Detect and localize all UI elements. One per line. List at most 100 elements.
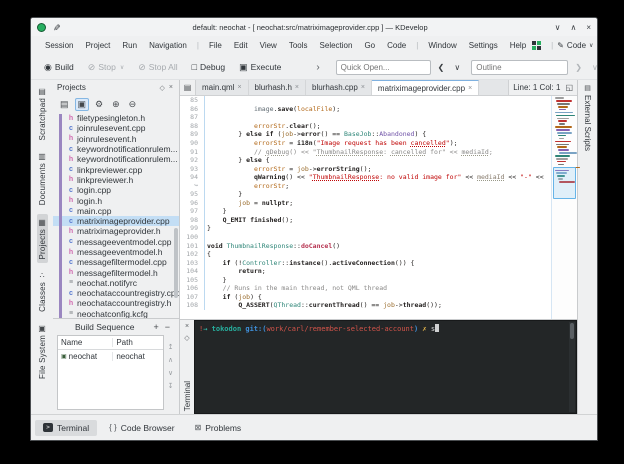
close-tab-icon[interactable]: × bbox=[295, 84, 299, 91]
tree-scrollbar[interactable] bbox=[174, 228, 178, 298]
close-tab-icon[interactable]: × bbox=[361, 84, 365, 91]
editor-tab-main-qml[interactable]: main.qml× bbox=[196, 80, 249, 95]
menu-settings[interactable]: Settings bbox=[463, 39, 504, 52]
build-button[interactable]: ◉Build bbox=[39, 60, 79, 75]
close-panel-icon[interactable]: × bbox=[167, 84, 175, 91]
detach-terminal-icon[interactable]: ◇ bbox=[184, 334, 189, 342]
editor-tab-blurhash-h[interactable]: blurhash.h× bbox=[249, 80, 306, 95]
menu-edit[interactable]: Edit bbox=[228, 39, 254, 52]
move-bottom-icon[interactable]: ↧ bbox=[168, 382, 174, 390]
code-view[interactable]: 8586 image.save(localFile);8788 errorStr… bbox=[180, 96, 551, 319]
area-code-button[interactable]: ✎ Code ∨ bbox=[557, 41, 593, 50]
tree-item-main-cpp[interactable]: cmain.cpp bbox=[53, 206, 179, 216]
close-tab-icon[interactable]: × bbox=[468, 85, 472, 92]
split-view-icon[interactable]: ◱ bbox=[565, 83, 573, 92]
sidebar-tab-classes[interactable]: ∴Classes bbox=[37, 267, 48, 316]
sidebar-tab-file-system[interactable]: ▣File System bbox=[37, 320, 48, 383]
zoom-out-icon[interactable]: ⊖ bbox=[126, 98, 140, 111]
move-top-icon[interactable]: ↥ bbox=[168, 343, 174, 351]
sidebar-tab-documents[interactable]: ▥Documents bbox=[37, 148, 48, 209]
sidebar-tab-projects[interactable]: ▦Projects bbox=[37, 214, 48, 264]
tree-item-matriximageprovider-h[interactable]: hmatriximageprovider.h bbox=[53, 226, 179, 236]
menu-run[interactable]: Run bbox=[116, 39, 143, 52]
locate-document-icon[interactable]: ▣ bbox=[75, 98, 90, 111]
close-tab-icon[interactable]: × bbox=[237, 84, 241, 91]
tree-item-joinrulesevent-cpp[interactable]: cjoinrulesevent.cpp bbox=[53, 123, 179, 133]
zoom-in-icon[interactable]: ⊕ bbox=[109, 98, 123, 111]
forward-icon[interactable]: ❯ bbox=[572, 63, 585, 72]
maximize-button[interactable]: ∧ bbox=[570, 23, 576, 32]
close-button[interactable]: × bbox=[586, 23, 591, 32]
tree-item-joinrulesevent-h[interactable]: hjoinrulesevent.h bbox=[53, 134, 179, 144]
minimize-button[interactable]: ∨ bbox=[555, 23, 561, 32]
add-target-button[interactable]: + bbox=[150, 322, 161, 332]
stop-button[interactable]: ⊘Stop∨ bbox=[83, 60, 129, 75]
sidebar-tab-scratchpad[interactable]: ▤Scratchpad bbox=[37, 83, 48, 144]
menu-separator: | bbox=[193, 41, 203, 50]
tree-item-messagefiltermodel-cpp[interactable]: cmessagefiltermodel.cpp bbox=[53, 257, 179, 267]
tree-item-login-h[interactable]: hlogin.h bbox=[53, 195, 179, 205]
toolview-tab-code-browser[interactable]: { }Code Browser bbox=[101, 420, 182, 436]
history-back-icon[interactable]: ❮ bbox=[435, 63, 448, 72]
menu-file[interactable]: File bbox=[203, 39, 228, 52]
menu-tools[interactable]: Tools bbox=[283, 39, 314, 52]
settings-icon[interactable]: ⚙ bbox=[92, 98, 106, 111]
tree-item-keywordnotificationrulem-[interactable]: hkeywordnotificationrulem... bbox=[53, 154, 179, 164]
detach-panel-icon[interactable]: ◇ bbox=[158, 84, 167, 92]
tree-item-neochatconfig-kcfg[interactable]: ≡neochatconfig.kcfg bbox=[53, 309, 179, 318]
tree-item-neochataccountregistry-h[interactable]: hneochataccountregistry.h bbox=[53, 298, 179, 308]
stop-dropdown-icon[interactable]: ∨ bbox=[120, 64, 124, 71]
tree-item-messageeventmodel-cpp[interactable]: cmessageeventmodel.cpp bbox=[53, 237, 179, 247]
tree-item-messageeventmodel-h[interactable]: hmessageeventmodel.h bbox=[53, 247, 179, 257]
editor-tab-matriximageprovider-cpp[interactable]: matriximageprovider.cpp× bbox=[372, 80, 479, 95]
column-header-path[interactable]: Path bbox=[113, 338, 163, 347]
tree-item-matriximageprovider-cpp[interactable]: cmatriximageprovider.cpp bbox=[53, 216, 179, 226]
terminal-scrollbar[interactable] bbox=[569, 322, 575, 412]
area-switcher-icon[interactable] bbox=[532, 41, 541, 50]
minimap-viewport[interactable] bbox=[553, 167, 576, 198]
toolview-tab-problems[interactable]: ⊠Problems bbox=[187, 420, 250, 436]
editor-tab-blurhash-cpp[interactable]: blurhash.cpp× bbox=[306, 80, 372, 95]
menu-window[interactable]: Window bbox=[422, 39, 462, 52]
open-configuration-icon[interactable]: ▤ bbox=[57, 98, 72, 111]
icon-border bbox=[202, 96, 205, 105]
document-switcher-icon[interactable]: ▤ bbox=[180, 80, 196, 95]
menu-code[interactable]: Code bbox=[381, 39, 412, 52]
menu-view[interactable]: View bbox=[254, 39, 283, 52]
forward-dropdown-icon[interactable]: ∨ bbox=[589, 63, 598, 72]
tree-item-linkpreviewer-cpp[interactable]: clinkpreviewer.cpp bbox=[53, 164, 179, 174]
execute-button[interactable]: ▣Execute bbox=[234, 60, 286, 75]
column-header-name[interactable]: Name bbox=[58, 338, 113, 347]
menu-help[interactable]: Help bbox=[504, 39, 532, 52]
tree-item-neochat-notifyrc[interactable]: ≡neochat.notifyrc bbox=[53, 278, 179, 288]
move-up-icon[interactable]: ∧ bbox=[168, 356, 173, 364]
build-sequence-row[interactable]: ▣neochatneochat bbox=[58, 350, 163, 363]
minimap-scrollbar[interactable] bbox=[551, 96, 577, 319]
tree-item-filetypesingleton-h[interactable]: hfiletypesingleton.h bbox=[53, 113, 179, 123]
history-dropdown-icon[interactable]: ∨ bbox=[451, 63, 463, 72]
debug-button[interactable]: □Debug bbox=[187, 60, 231, 74]
toolview-tab-terminal[interactable]: >Terminal bbox=[35, 420, 97, 436]
tab-external-scripts[interactable]: External Scripts bbox=[583, 95, 592, 151]
tree-item-neochataccountregistry-cpp[interactable]: cneochataccountregistry.cpp bbox=[53, 288, 179, 298]
close-terminal-icon[interactable]: × bbox=[185, 323, 189, 330]
toolbar-overflow-icon[interactable]: › bbox=[290, 62, 329, 73]
stop-all-button[interactable]: ⊘Stop All bbox=[133, 60, 182, 75]
terminal-view[interactable]: !→ tokodon git:(work/carl/remember-selec… bbox=[194, 320, 577, 414]
menu-navigation[interactable]: Navigation bbox=[143, 39, 193, 52]
move-down-icon[interactable]: ∨ bbox=[168, 369, 173, 377]
menu-selection[interactable]: Selection bbox=[314, 39, 359, 52]
quick-open-input[interactable] bbox=[336, 60, 431, 75]
title-bar[interactable]: ✎ default: neochat - [ neochat:src/matri… bbox=[31, 18, 597, 36]
menu-go[interactable]: Go bbox=[358, 39, 381, 52]
prompt-segment: work/carl/remember-selected-account bbox=[266, 325, 414, 333]
tree-item-linkpreviewer-h[interactable]: hlinkpreviewer.h bbox=[53, 175, 179, 185]
remove-target-button[interactable]: − bbox=[162, 322, 173, 332]
tree-item-messagefiltermodel-h[interactable]: hmessagefiltermodel.h bbox=[53, 267, 179, 277]
menu-project[interactable]: Project bbox=[79, 39, 116, 52]
menu-session[interactable]: Session bbox=[39, 39, 79, 52]
tree-item-keywordnotificationrulem-[interactable]: ckeywordnotificationrulem... bbox=[53, 144, 179, 154]
file-type-icon: c bbox=[67, 238, 75, 245]
outline-input[interactable] bbox=[471, 60, 568, 75]
tree-item-login-cpp[interactable]: clogin.cpp bbox=[53, 185, 179, 195]
